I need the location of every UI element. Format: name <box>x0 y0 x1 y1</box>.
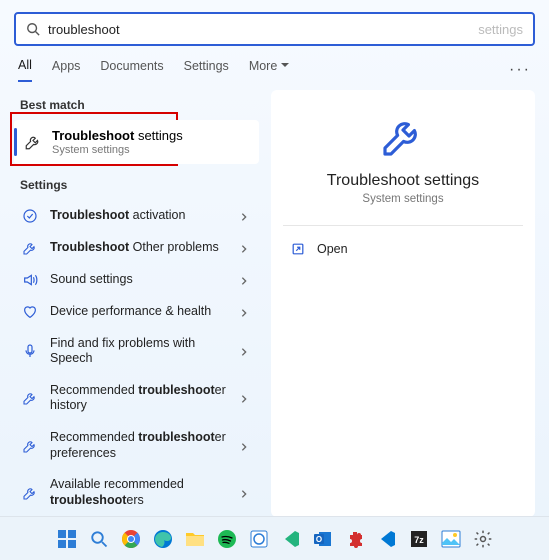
selection-accent <box>14 128 17 156</box>
preview-pane: Troubleshoot settings System settings Op… <box>271 90 535 517</box>
open-action[interactable]: Open <box>283 236 523 262</box>
settings-item-label: Find and fix problems with Speech <box>50 336 239 367</box>
settings-item-label: Troubleshoot activation <box>50 208 239 224</box>
chevron-right-icon <box>239 488 249 498</box>
settings-item[interactable]: Sound settings <box>14 264 259 296</box>
wrench-icon <box>22 390 38 406</box>
divider <box>283 225 523 226</box>
search-box[interactable]: settings <box>14 12 535 46</box>
chevron-right-icon <box>239 275 249 285</box>
settings-item-label: Recommended troubleshooter preferences <box>50 430 239 461</box>
taskbar-explorer-icon[interactable] <box>182 526 208 552</box>
settings-item-label: Troubleshoot Other problems <box>50 240 239 256</box>
tab-documents[interactable]: Documents <box>100 59 163 81</box>
chevron-right-icon <box>239 243 249 253</box>
taskbar-edge-icon[interactable] <box>150 526 176 552</box>
settings-item-label: Available recommended troubleshooters <box>50 477 239 508</box>
wrench-icon <box>22 485 38 501</box>
open-label: Open <box>317 242 348 256</box>
tab-apps[interactable]: Apps <box>52 59 81 81</box>
taskbar-extension-icon[interactable] <box>342 526 368 552</box>
search-input[interactable] <box>48 22 480 37</box>
wrench-icon <box>283 112 523 160</box>
taskbar-vscode-icon[interactable] <box>374 526 400 552</box>
filter-tabs: All Apps Documents Settings More ··· <box>0 46 549 82</box>
speaker-icon <box>22 272 38 288</box>
svg-text:O: O <box>315 535 321 544</box>
taskbar-app-icon[interactable] <box>246 526 272 552</box>
overflow-icon[interactable]: ··· <box>509 61 531 79</box>
settings-item[interactable]: Available recommended troubleshooters <box>14 469 259 516</box>
chevron-right-icon <box>239 307 249 317</box>
open-icon <box>291 242 305 256</box>
mic-icon <box>22 343 38 359</box>
wrench-icon <box>22 240 38 256</box>
wrench-icon <box>24 133 42 151</box>
taskbar-settings-icon[interactable] <box>470 526 496 552</box>
section-best-match: Best match <box>14 90 259 120</box>
taskbar-start-icon[interactable] <box>54 526 80 552</box>
settings-item[interactable]: Find and fix problems with Speech <box>14 328 259 375</box>
settings-item[interactable]: Troubleshoot activation <box>14 200 259 232</box>
search-icon <box>26 22 40 36</box>
chevron-right-icon <box>239 393 249 403</box>
preview-title: Troubleshoot settings <box>283 172 523 190</box>
taskbar-7zip-icon[interactable]: 7z <box>406 526 432 552</box>
chevron-right-icon <box>239 441 249 451</box>
settings-item[interactable]: Recommended troubleshooter history <box>14 375 259 422</box>
check-circle-icon <box>22 208 38 224</box>
taskbar: O 7z <box>0 516 549 560</box>
search-hint: settings <box>478 22 523 37</box>
svg-text:7z: 7z <box>414 535 424 545</box>
section-settings: Settings <box>14 170 259 200</box>
settings-item[interactable]: Device performance & health <box>14 296 259 328</box>
chevron-right-icon <box>239 346 249 356</box>
taskbar-vscode-insiders-icon[interactable] <box>278 526 304 552</box>
heart-icon <box>22 304 38 320</box>
taskbar-spotify-icon[interactable] <box>214 526 240 552</box>
taskbar-photos-icon[interactable] <box>438 526 464 552</box>
taskbar-outlook-icon[interactable]: O <box>310 526 336 552</box>
settings-item[interactable]: Troubleshoot Other problems <box>14 232 259 264</box>
tab-more[interactable]: More <box>249 59 289 81</box>
tab-all[interactable]: All <box>18 58 32 82</box>
best-match-title: Troubleshoot settings <box>52 128 183 144</box>
best-match-subtitle: System settings <box>52 144 183 156</box>
settings-item[interactable]: Recommended troubleshooter preferences <box>14 422 259 469</box>
chevron-right-icon <box>239 211 249 221</box>
preview-subtitle: System settings <box>283 193 523 205</box>
settings-item-label: Recommended troubleshooter history <box>50 383 239 414</box>
settings-item-label: Sound settings <box>50 272 239 288</box>
wrench-icon <box>22 438 38 454</box>
tab-settings[interactable]: Settings <box>184 59 229 81</box>
taskbar-chrome-icon[interactable] <box>118 526 144 552</box>
taskbar-search-icon[interactable] <box>86 526 112 552</box>
settings-item-label: Device performance & health <box>50 304 239 320</box>
best-match-item[interactable]: Troubleshoot settings System settings <box>14 120 259 164</box>
